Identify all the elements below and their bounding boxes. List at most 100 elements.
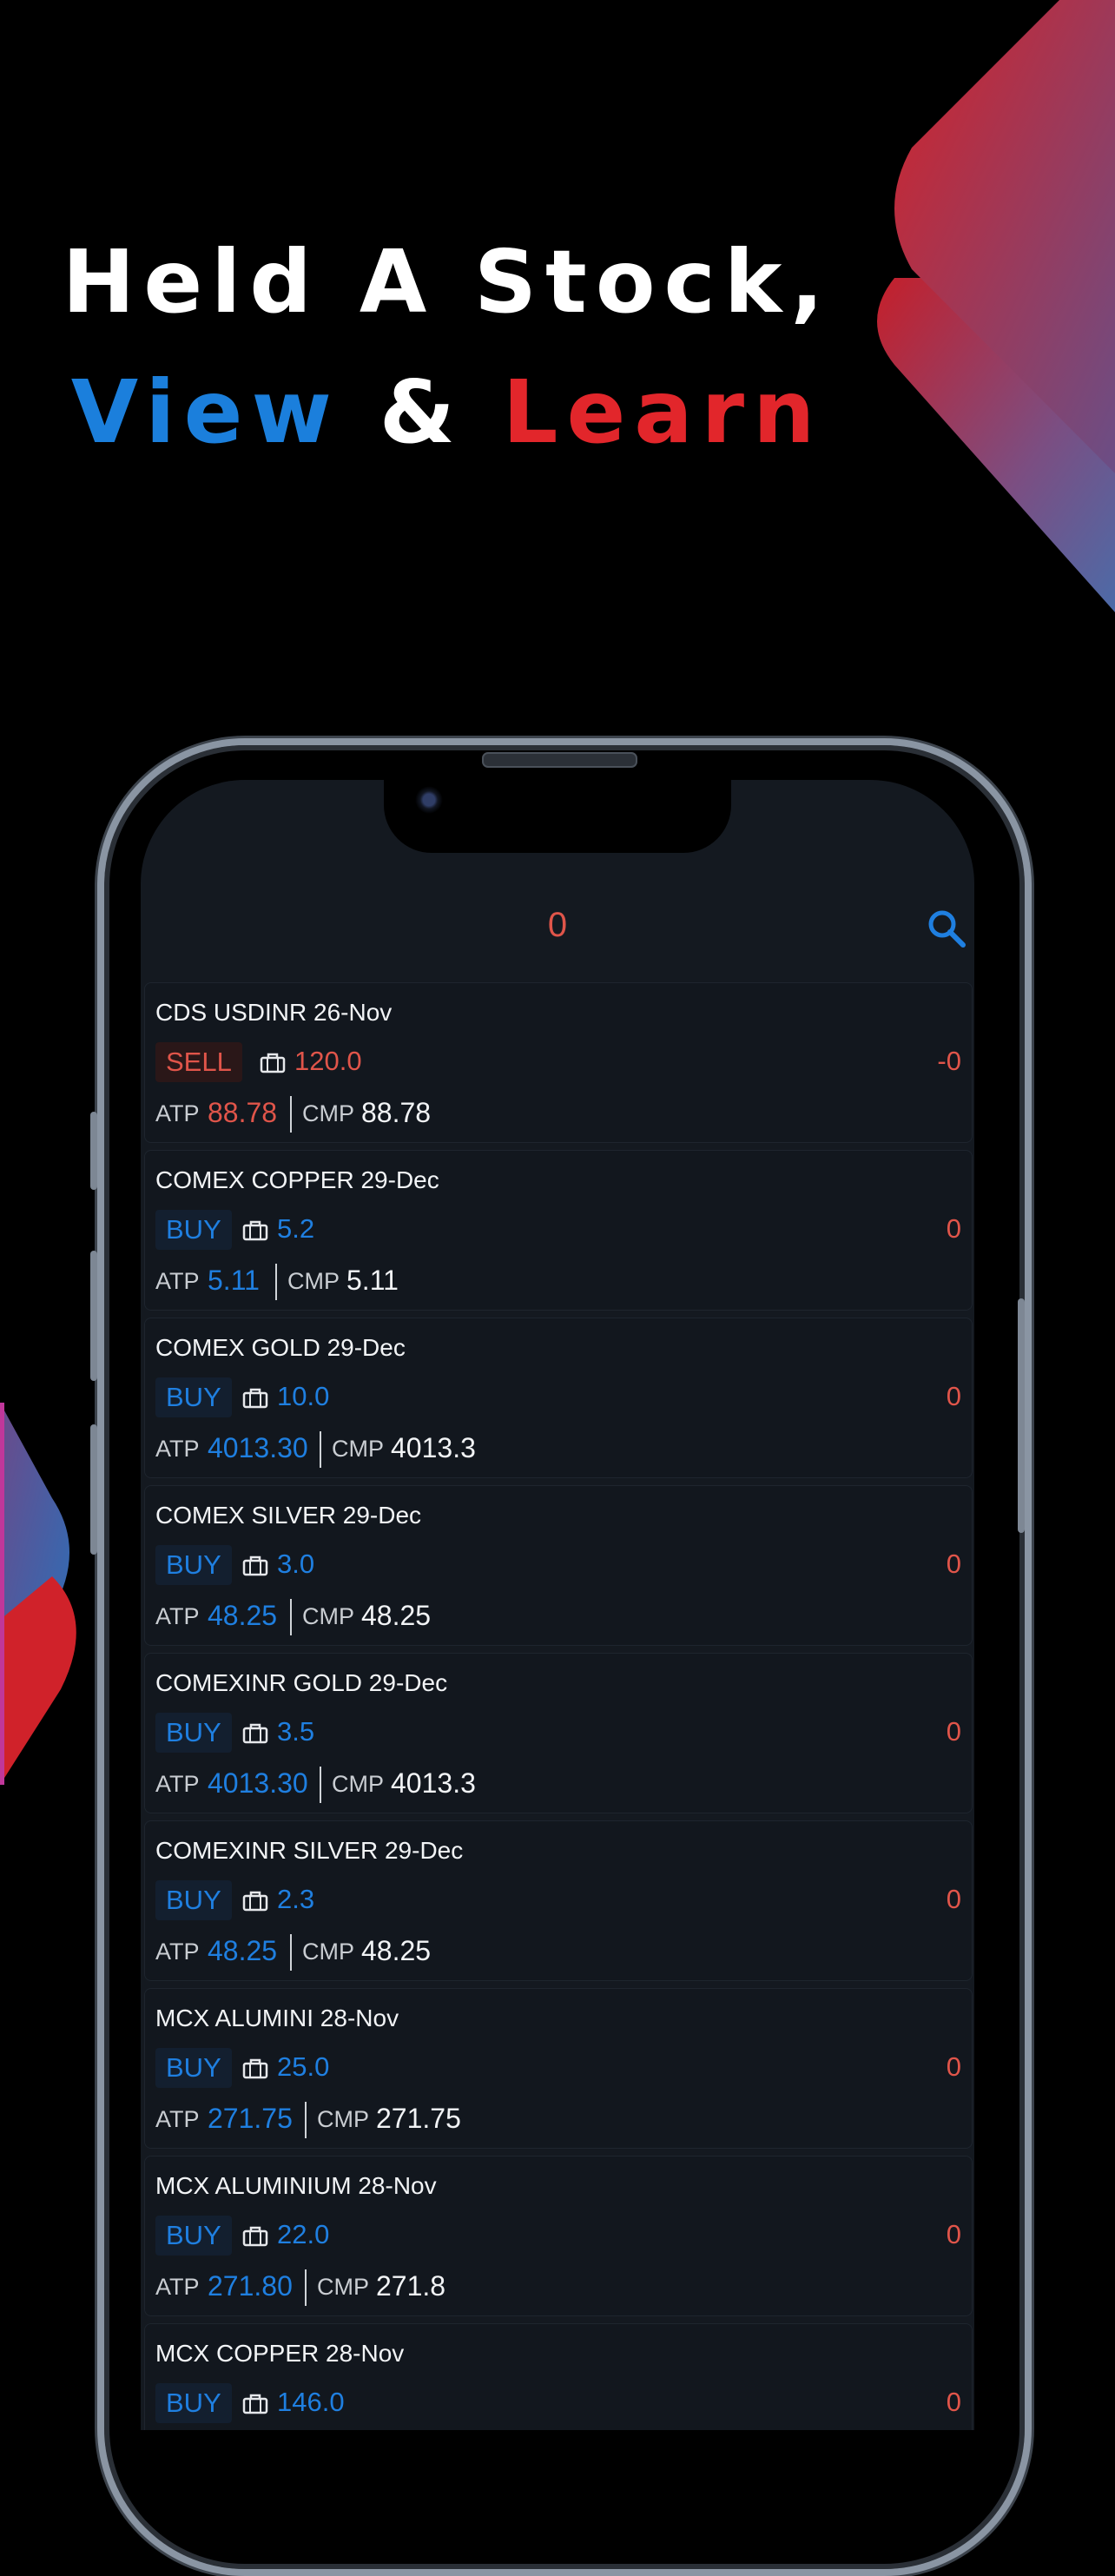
cmp-label: CMP: [332, 1771, 384, 1797]
position-row[interactable]: COMEXINR SILVER 29-Dec BUY 2.3 0 ATP 48.25 CM…: [144, 1820, 973, 1981]
atp-cmp-divider: [275, 1264, 277, 1300]
position-symbol: CDS USDINR 26-Nov: [155, 999, 393, 1026]
cmp-value: 271.8: [376, 2270, 446, 2302]
atp-cmp-divider: [305, 2269, 307, 2306]
briefcase-icon: [242, 1220, 268, 1241]
atp-cmp-divider: [290, 1599, 292, 1635]
position-row[interactable]: COMEXINR GOLD 29-Dec BUY 3.5 0 ATP 4013.30 CM…: [144, 1653, 973, 1813]
position-row[interactable]: MCX COPPER 28-Nov BUY 146.0 0: [144, 2323, 973, 2430]
cmp-label: CMP: [317, 2274, 369, 2300]
atp-label: ATP: [155, 2106, 200, 2132]
position-pnl: -0: [937, 1046, 961, 1076]
atp-cmp-divider: [320, 1431, 321, 1468]
cmp-value: 88.78: [361, 1097, 432, 1128]
atp-value: 4013.30: [208, 1767, 308, 1799]
atp-label: ATP: [155, 1100, 200, 1126]
briefcase-icon: [242, 1388, 268, 1409]
cmp-label: CMP: [302, 1603, 354, 1629]
search-icon[interactable]: [927, 908, 967, 948]
position-pnl: 0: [946, 1549, 961, 1579]
position-row[interactable]: COMEX GOLD 29-Dec BUY 10.0 0 ATP 4013.30 CMP 4…: [144, 1318, 973, 1478]
position-row[interactable]: MCX ALUMINI 28-Nov BUY 25.0 0 ATP 271.75 CMP 2…: [144, 1988, 973, 2149]
atp-value: 271.80: [208, 2270, 293, 2302]
atp-cmp-divider: [320, 1767, 321, 1803]
phone-volume-up-button: [90, 1251, 97, 1381]
position-row[interactable]: COMEX COPPER 29-Dec BUY 5.2 0 ATP 5.11 CMP 5.1…: [144, 1150, 973, 1311]
position-pnl: 0: [946, 2387, 961, 2417]
position-side-badge: BUY: [155, 1713, 232, 1753]
position-side-badge: BUY: [155, 1377, 232, 1417]
phone-action-button: [90, 1112, 97, 1190]
cmp-value: 4013.3: [391, 1432, 476, 1463]
position-pnl: 0: [946, 2219, 961, 2249]
atp-cmp-divider: [305, 2102, 307, 2138]
headline-ampersand: &: [379, 361, 464, 463]
position-symbol: MCX ALUMINI 28-Nov: [155, 2005, 399, 2031]
atp-cmp-divider: [290, 1934, 292, 1971]
cmp-label: CMP: [302, 1939, 354, 1965]
app-screen: 0 CDS USDINR 26-Nov SELL 120.0 -0 ATP 88.78 C…: [141, 780, 974, 2430]
position-quantity: 120.0: [294, 1046, 362, 1076]
briefcase-icon: [242, 1556, 268, 1576]
briefcase-icon: [242, 2226, 268, 2247]
position-pnl: 0: [946, 2051, 961, 2082]
decorative-shape-left: [0, 1403, 76, 1785]
cmp-label: CMP: [302, 1100, 354, 1126]
atp-label: ATP: [155, 1939, 200, 1965]
front-camera: [415, 786, 443, 814]
atp-label: ATP: [155, 2274, 200, 2300]
atp-label: ATP: [155, 1603, 200, 1629]
atp-cmp-divider: [290, 1096, 292, 1133]
position-quantity: 3.0: [277, 1549, 315, 1579]
atp-label: ATP: [155, 1268, 200, 1294]
position-quantity: 146.0: [277, 2387, 345, 2417]
cmp-value: 271.75: [376, 2103, 461, 2134]
position-quantity: 3.5: [277, 1716, 315, 1747]
position-side-badge: BUY: [155, 2048, 232, 2088]
position-symbol: COMEX COPPER 29-Dec: [155, 1166, 439, 1193]
atp-value: 271.75: [208, 2103, 293, 2134]
headline-learn: Learn: [502, 361, 824, 463]
position-pnl: 0: [946, 1884, 961, 1914]
briefcase-icon: [242, 1723, 268, 1744]
position-side-badge: BUY: [155, 2216, 232, 2256]
cmp-value: 5.11: [346, 1265, 399, 1296]
cmp-value: 4013.3: [391, 1767, 476, 1799]
position-side-badge: BUY: [155, 1545, 232, 1585]
cmp-value: 48.25: [361, 1935, 432, 1966]
phone-power-button: [1018, 1298, 1025, 1533]
position-symbol: COMEXINR GOLD 29-Dec: [155, 1669, 448, 1696]
briefcase-icon: [242, 1891, 268, 1912]
atp-value: 5.11: [208, 1265, 260, 1296]
position-row[interactable]: CDS USDINR 26-Nov SELL 120.0 -0 ATP 88.78 CMP…: [144, 982, 973, 1143]
position-quantity: 10.0: [277, 1381, 330, 1411]
phone-volume-down-button: [90, 1424, 97, 1555]
cmp-label: CMP: [317, 2106, 369, 2132]
headline-line-1: Held A Stock,: [62, 231, 833, 333]
position-pnl: 0: [946, 1213, 961, 1244]
position-quantity: 22.0: [277, 2219, 330, 2249]
position-row[interactable]: MCX ALUMINIUM 28-Nov BUY 22.0 0 ATP 271.80 CM…: [144, 2156, 973, 2316]
atp-value: 88.78: [208, 1097, 278, 1128]
position-side-badge: SELL: [155, 1042, 242, 1082]
position-symbol: MCX ALUMINIUM 28-Nov: [155, 2172, 437, 2199]
atp-value: 48.25: [208, 1935, 278, 1966]
phone-speaker: [482, 752, 637, 768]
position-side-badge: BUY: [155, 2383, 232, 2423]
positions-list: CDS USDINR 26-Nov SELL 120.0 -0 ATP 88.78 CMP…: [144, 982, 973, 2430]
headline-view: View: [70, 361, 340, 463]
cmp-label: CMP: [332, 1436, 384, 1462]
position-pnl: 0: [946, 1381, 961, 1411]
positions-count: 0: [547, 906, 568, 944]
position-row[interactable]: COMEX SILVER 29-Dec BUY 3.0 0 ATP 48.25 CMP 48…: [144, 1485, 973, 1646]
position-symbol: MCX COPPER 28-Nov: [155, 2340, 405, 2367]
position-side-badge: BUY: [155, 1210, 232, 1250]
briefcase-icon: [260, 1053, 286, 1073]
position-quantity: 5.2: [277, 1213, 315, 1244]
atp-value: 4013.30: [208, 1432, 308, 1463]
briefcase-icon: [242, 2058, 268, 2079]
position-symbol: COMEX SILVER 29-Dec: [155, 1502, 422, 1529]
cmp-value: 48.25: [361, 1600, 432, 1631]
position-symbol: COMEX GOLD 29-Dec: [155, 1334, 406, 1361]
cmp-label: CMP: [287, 1268, 340, 1294]
